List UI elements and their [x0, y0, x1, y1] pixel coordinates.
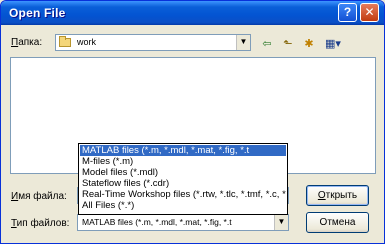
file-type-value: MATLAB files (*.m, *.mdl, *.mat, *.fig, …: [82, 217, 232, 227]
title-bar[interactable]: Open File ? ✕: [1, 1, 384, 25]
look-in-combobox[interactable]: work ▼: [55, 34, 251, 51]
file-type-dropdown-button[interactable]: ▼: [274, 215, 288, 230]
look-in-dropdown-button[interactable]: ▼: [236, 35, 250, 50]
back-button[interactable]: ⇦: [259, 37, 275, 51]
file-type-label: Тип файлов:: [11, 218, 70, 229]
window-title: Open File: [9, 6, 66, 20]
file-name-label: Имя файла:: [11, 191, 67, 202]
help-icon: ?: [343, 5, 352, 19]
file-type-option[interactable]: Stateflow files (*.cdr): [80, 178, 286, 189]
view-menu-icon: ▦▾: [325, 38, 341, 50]
open-button[interactable]: Открыть: [306, 185, 369, 206]
file-type-dropdown-list: MATLAB files (*.m, *.mdl, *.mat, *.fig, …: [78, 143, 288, 215]
view-menu-button[interactable]: ▦▾: [321, 37, 345, 51]
folder-icon: [59, 36, 71, 47]
cancel-button[interactable]: Отмена: [306, 212, 369, 233]
look-in-label: Папка:: [11, 37, 43, 48]
new-folder-icon: ✱: [304, 38, 314, 50]
close-button[interactable]: ✕: [360, 3, 379, 22]
file-type-option[interactable]: Model files (*.mdl): [80, 167, 286, 178]
file-type-combobox[interactable]: MATLAB files (*.m, *.mdl, *.mat, *.fig, …: [77, 214, 289, 231]
file-type-option[interactable]: MATLAB files (*.m, *.mdl, *.mat, *.fig, …: [80, 145, 286, 156]
file-type-option[interactable]: M-files (*.m): [80, 156, 286, 167]
chevron-down-icon: ▼: [239, 37, 248, 46]
file-type-option[interactable]: All Files (*.*): [80, 200, 286, 211]
new-folder-button[interactable]: ✱: [301, 37, 317, 51]
help-button[interactable]: ?: [338, 3, 357, 22]
back-icon: ⇦: [262, 38, 272, 50]
chevron-down-icon: ▼: [277, 217, 286, 226]
up-folder-button[interactable]: ⬑: [280, 37, 296, 51]
file-type-option[interactable]: Real-Time Workshop files (*.rtw, *.tlc, …: [80, 189, 286, 200]
open-file-dialog: Open File ? ✕ Папка: work ▼ ⇦ ⬑ ✱ ▦▾ Имя…: [0, 0, 385, 244]
look-in-value: work: [77, 37, 97, 47]
close-icon: ✕: [364, 5, 375, 19]
up-folder-icon: ⬑: [283, 38, 293, 50]
